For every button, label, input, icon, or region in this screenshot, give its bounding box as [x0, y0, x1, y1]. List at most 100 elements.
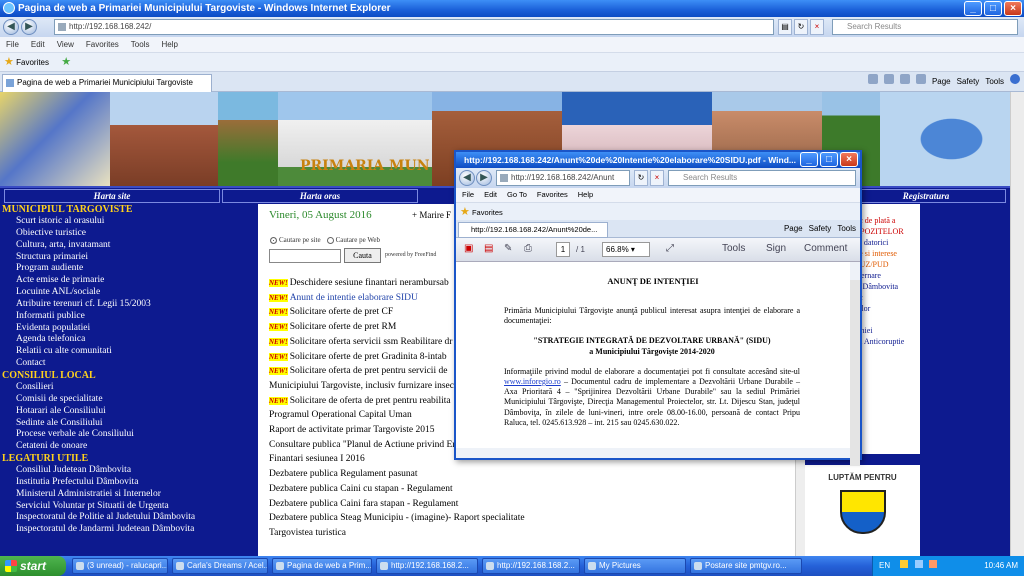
news-item[interactable]: Dezbatere publica Caini cu stapan - Regu… [269, 482, 795, 497]
pdf-favorites-button[interactable]: Favorites [472, 208, 503, 217]
help-icon[interactable] [1010, 74, 1020, 84]
close-button[interactable]: × [1004, 1, 1022, 16]
pdf-menu-favorites[interactable]: Favorites [537, 188, 568, 202]
sign-button[interactable]: Sign [766, 243, 786, 254]
left-menu-item[interactable]: Informatii publice [0, 311, 258, 323]
favorites-star-icon[interactable]: ★ [4, 56, 14, 68]
volume-icon[interactable] [928, 560, 937, 568]
taskbar-button[interactable]: Postare site pmtgv.ro... [690, 558, 802, 574]
left-menu-item[interactable]: Inspectoratul de Politie al Judetului Dâ… [0, 512, 258, 524]
menu-edit[interactable]: Edit [31, 37, 45, 52]
search-button[interactable]: Cauta [344, 248, 381, 263]
font-size-link[interactable]: + Marire F [412, 210, 451, 220]
news-item[interactable]: Targovistea turistica [269, 526, 795, 541]
back-button[interactable]: ◀ [3, 19, 19, 35]
pdf-menu-help[interactable]: Help [578, 188, 593, 202]
menu-tools[interactable]: Tools [131, 37, 150, 52]
site-search-input[interactable] [269, 249, 341, 263]
pdf-search-input[interactable]: Search Results [668, 170, 856, 186]
radio-web-search[interactable]: Cautare pe Web [326, 236, 380, 244]
nav-registratura[interactable]: Registratura [846, 189, 1006, 203]
pdf-favorites-star-icon[interactable]: ★ [460, 206, 470, 218]
print-pdf-icon[interactable]: ⎙ [524, 243, 532, 254]
mail-icon[interactable] [899, 74, 910, 84]
menu-help[interactable]: Help [161, 37, 177, 52]
taskbar-button[interactable]: Carla's Dreams / Acel... [172, 558, 268, 574]
left-menu-item[interactable]: Locuinte ANL/sociale [0, 287, 258, 299]
left-menu-item[interactable]: Hotarari ale Consiliului [0, 406, 258, 418]
stop-icon[interactable]: × [810, 19, 824, 35]
language-indicator[interactable]: EN [879, 561, 890, 570]
taskbar-button[interactable]: (3 unread) - ralucapri... [72, 558, 168, 574]
taskbar-button[interactable]: http://192.168.168.2... [376, 558, 478, 574]
minimize-button[interactable]: _ [964, 1, 982, 16]
save-pdf-icon[interactable]: ▣ [464, 243, 473, 254]
left-menu-item[interactable]: Comisii de specialitate [0, 394, 258, 406]
address-bar[interactable]: http://192.168.168.242/ [54, 19, 774, 35]
menu-view[interactable]: View [57, 37, 74, 52]
menu-file[interactable]: File [6, 37, 19, 52]
pdf-maximize-button[interactable]: □ [820, 152, 838, 167]
pdf-scrollbar[interactable] [850, 280, 860, 466]
page-number-input[interactable]: 1 [556, 242, 570, 257]
taskbar-button[interactable]: http://192.168.168.2... [482, 558, 580, 574]
network-icon[interactable] [914, 560, 923, 568]
pdf-close-button[interactable]: × [840, 152, 858, 167]
pdf-menu-edit[interactable]: Edit [484, 188, 497, 202]
safety-menu[interactable]: Safety [957, 74, 980, 90]
tab-primaria[interactable]: Pagina de web a Primariei Municipiului T… [2, 74, 212, 92]
left-menu-item[interactable]: Atribuire terenuri cf. Legii 15/2003 [0, 299, 258, 311]
left-menu-item[interactable]: Cetateni de onoare [0, 441, 258, 453]
taskbar-button[interactable]: My Pictures [584, 558, 686, 574]
fit-page-icon[interactable]: ⤢ [666, 243, 674, 254]
start-button[interactable]: start [0, 556, 66, 576]
page-menu[interactable]: Page [932, 74, 951, 90]
inforegio-link[interactable]: www.inforegio.ro [504, 377, 561, 386]
radio-site-search[interactable]: Cautare pe site [270, 236, 321, 244]
taskbar-button[interactable]: Pagina de web a Prim... [272, 558, 372, 574]
left-menu-item[interactable]: Institutia Prefectului Dâmbovita [0, 477, 258, 489]
left-menu-item[interactable]: Consilieri [0, 382, 258, 394]
news-item[interactable]: Dezbatere publica Steag Municipiu - (ima… [269, 511, 795, 526]
left-menu-item[interactable]: Procese verbale ale Consiliului [0, 429, 258, 441]
pdf-menu-file[interactable]: File [462, 188, 474, 202]
comment-button[interactable]: Comment [804, 243, 847, 254]
left-menu-item[interactable]: Inspectoratul de Jandarmi Judetean Dâmbo… [0, 524, 258, 536]
maximize-button[interactable]: □ [984, 1, 1002, 16]
tray-icon[interactable] [900, 560, 909, 568]
left-menu-item[interactable]: Ministerul Administratiei si Internelor [0, 489, 258, 501]
create-pdf-icon[interactable]: ▤ [484, 243, 493, 254]
left-menu-item[interactable]: Agenda telefonica [0, 334, 258, 346]
left-menu-item[interactable]: Relatii cu alte comunitati [0, 346, 258, 358]
pdf-menu-goto[interactable]: Go To [507, 188, 527, 202]
page-scrollbar[interactable] [1010, 92, 1024, 556]
pdf-refresh-icon[interactable]: ↻ [634, 170, 648, 186]
pdf-page-menu[interactable]: Page [784, 221, 803, 237]
left-menu-item[interactable]: Acte emise de primarie [0, 275, 258, 287]
left-menu-item[interactable]: Program audiente [0, 263, 258, 275]
pdf-back-button[interactable]: ◀ [459, 170, 475, 186]
pdf-safety-menu[interactable]: Safety [809, 221, 832, 237]
favorites-button[interactable]: Favorites [16, 58, 49, 67]
forward-button[interactable]: ▶ [21, 19, 37, 35]
zoom-select[interactable]: 66.8% ▾ [602, 242, 650, 257]
left-menu-item[interactable]: Obiective turistice [0, 228, 258, 240]
pdf-tab[interactable]: http://192.168.168.242/Anunt%20de... [458, 222, 608, 238]
news-item[interactable]: Dezbatere publica Regulament pasunat [269, 467, 795, 482]
refresh-icon[interactable]: ↻ [794, 19, 808, 35]
left-menu-item[interactable]: Scurt istoric al orasului [0, 216, 258, 228]
search-input[interactable]: Search Results [832, 19, 1018, 35]
left-menu-item[interactable]: Serviciul Voluntar pt Situatii de Urgent… [0, 501, 258, 513]
nav-harta-site[interactable]: Harta site [4, 189, 220, 203]
compat-icon[interactable]: ▤ [778, 19, 792, 35]
left-menu-item[interactable]: Cultura, arta, invatamant [0, 240, 258, 252]
left-menu-item[interactable]: Contact [0, 358, 258, 370]
tools-menu[interactable]: Tools [985, 74, 1004, 90]
feeds-icon[interactable] [883, 74, 894, 84]
add-favorite-icon[interactable]: ★ [61, 56, 71, 68]
pdf-tools-menu[interactable]: Tools [837, 221, 856, 237]
left-menu-item[interactable]: Consiliul Judetean Dâmbovita [0, 465, 258, 477]
left-menu-item[interactable]: Evidenta populatiei [0, 323, 258, 335]
left-menu-item[interactable]: Sedinte ale Consiliului [0, 418, 258, 430]
pdf-stop-icon[interactable]: × [650, 170, 664, 186]
